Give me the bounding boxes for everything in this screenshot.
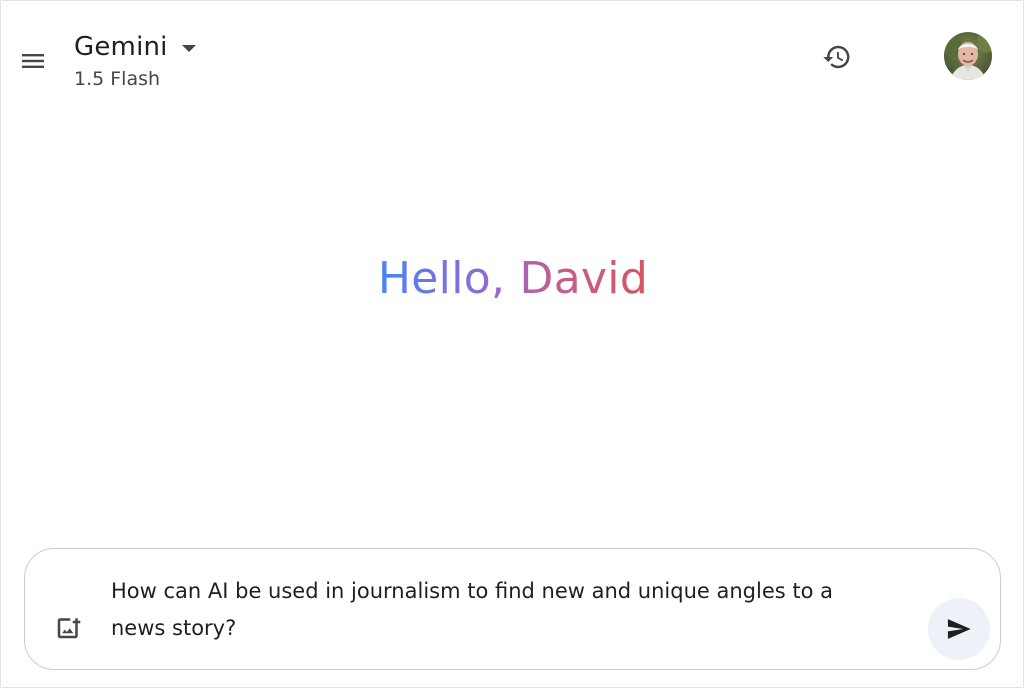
model-switcher: Gemini 1.5 Flash [74,29,196,93]
add-image-button[interactable] [51,609,87,645]
greeting-text: Hello, David [377,253,649,304]
user-avatar[interactable] [944,32,992,80]
menu-button[interactable] [17,45,49,77]
history-button[interactable] [817,37,857,77]
model-label: 1.5 Flash [74,68,161,90]
model-dropdown[interactable]: Gemini [74,29,196,65]
send-button[interactable] [928,598,990,660]
prompt-input-box[interactable]: How can AI be used in journalism to find… [24,548,1001,670]
add-image-icon [57,618,81,639]
hamburger-menu-icon [22,54,44,68]
prompt-text[interactable]: How can AI be used in journalism to find… [111,573,891,647]
greeting-heading: Hello, David [1,249,1024,309]
user-avatar-image [944,32,992,80]
send-icon [947,619,971,639]
history-icon [823,45,850,69]
caret-down-icon [181,44,196,52]
app-title: Gemini [74,32,168,62]
app-window: Gemini 1.5 Flash Hello, David How can AI… [0,0,1024,688]
